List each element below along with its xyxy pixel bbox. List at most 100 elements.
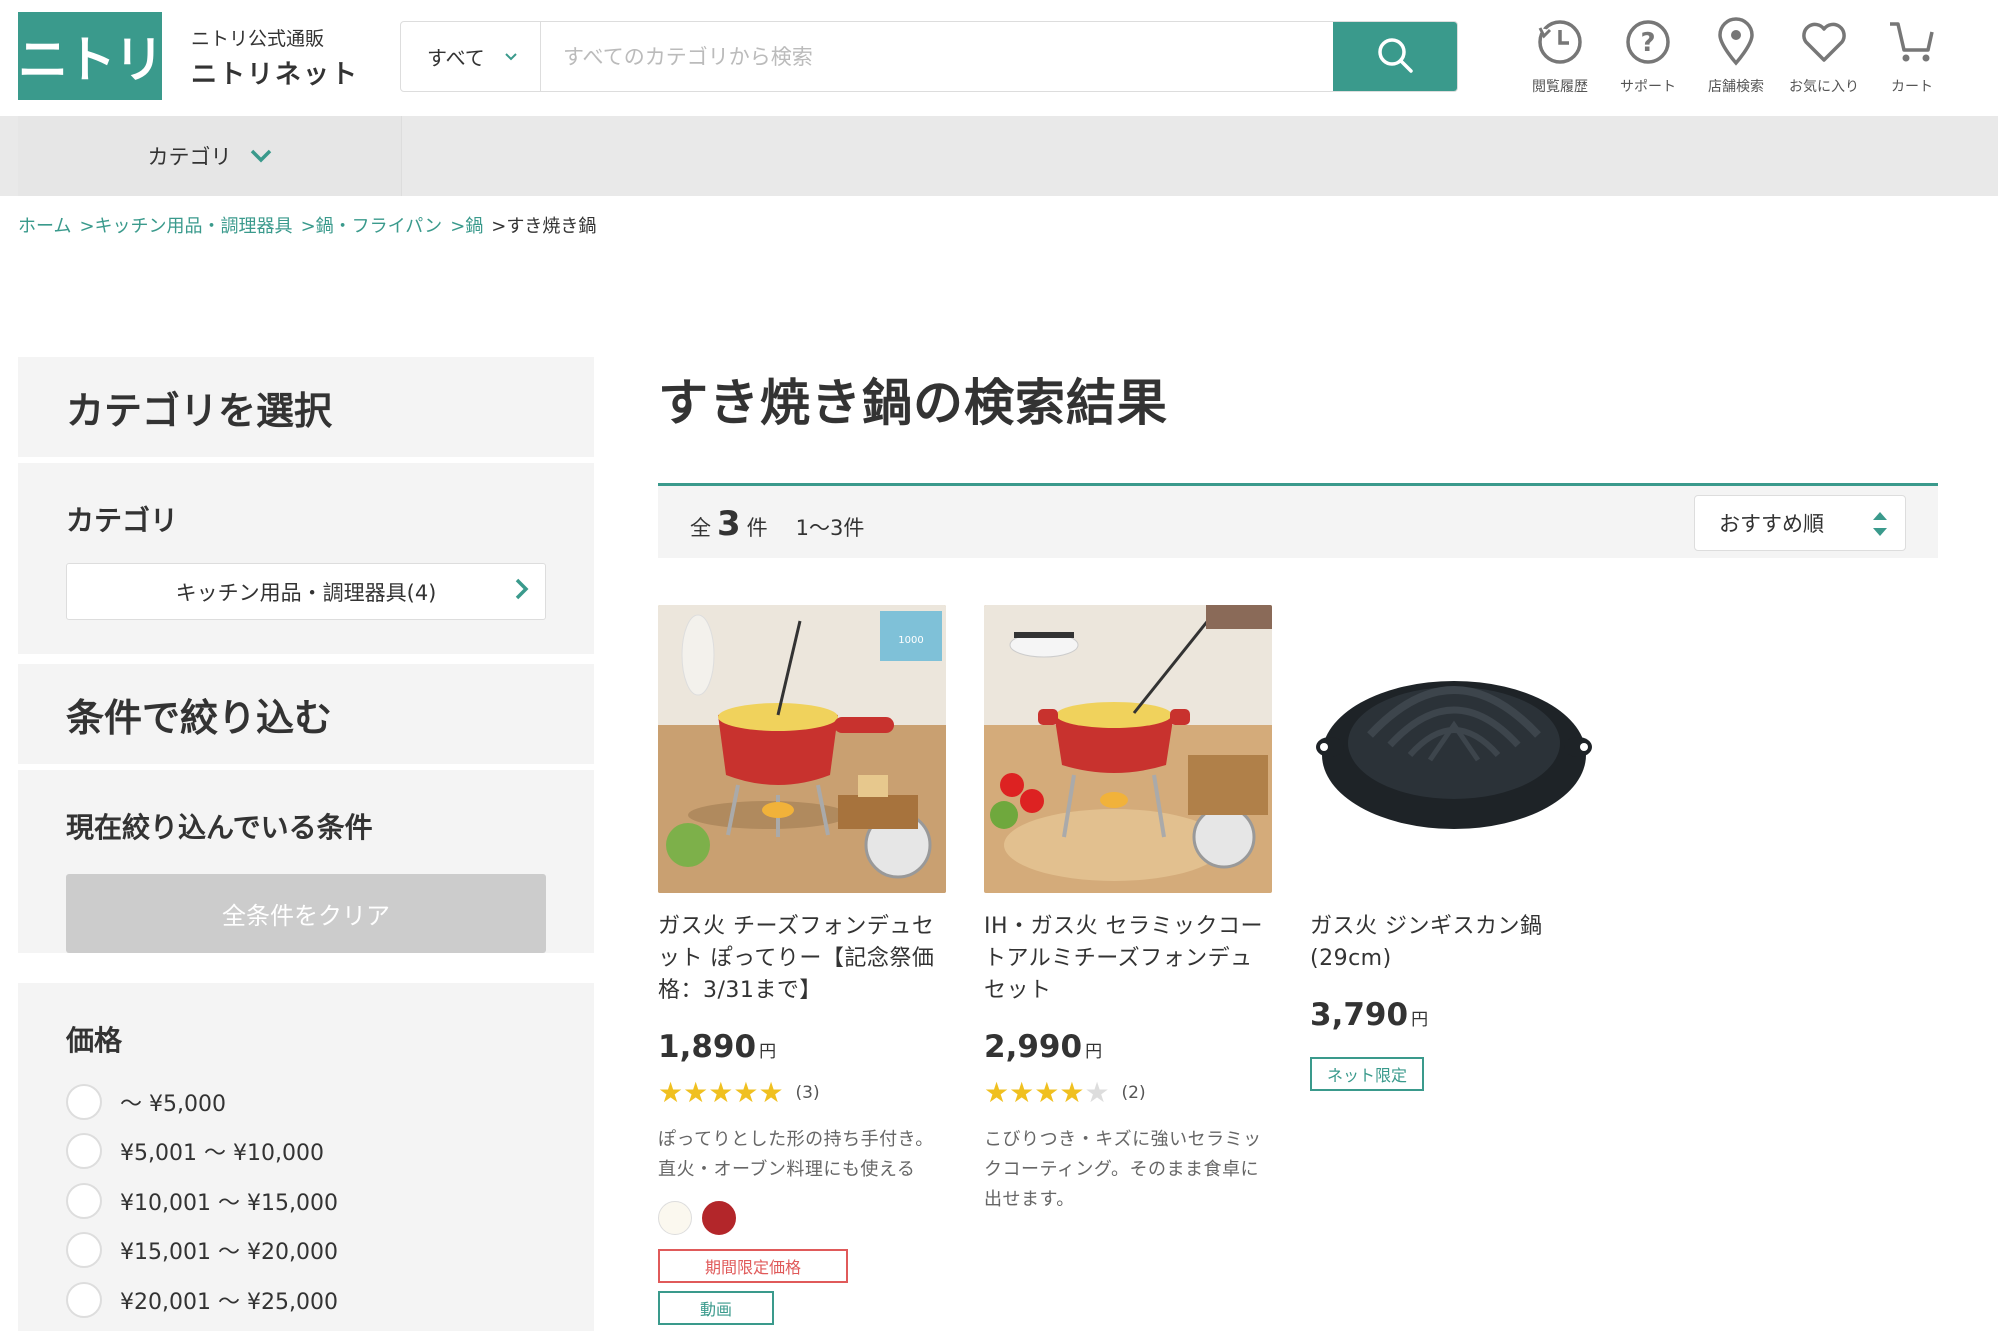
count-number: 3 [717, 504, 741, 544]
price-yen: 円 [1085, 1042, 1103, 1062]
product-price: 1,890 円 [658, 1029, 946, 1065]
category-heading: カテゴリ [66, 504, 179, 537]
category-item-label: キッチン用品・調理器具(4) [175, 580, 437, 605]
radio-button[interactable] [66, 1182, 102, 1219]
search-icon [1375, 35, 1415, 79]
net-only-badge: ネット限定 [1310, 1057, 1424, 1091]
product-name[interactable]: ガス火 チーズフォンデュセット ぽってりー【記念祭価格：3/31まで】 [658, 911, 946, 1007]
star-icon: ★ [658, 1076, 684, 1109]
price-option-label: ¥20,001 〜 ¥25,000 [120, 1289, 338, 1315]
price-option-label: ¥5,001 〜 ¥10,000 [120, 1141, 324, 1167]
star-icon: ★ [758, 1076, 784, 1109]
radio-button[interactable] [66, 1281, 102, 1318]
category-section: カテゴリ キッチン用品・調理器具(4) [18, 463, 594, 654]
star-icon: ★ [1009, 1076, 1035, 1109]
cart-link[interactable]: カート [1868, 14, 1956, 96]
color-swatch-white[interactable] [658, 1201, 692, 1235]
chevron-down-icon [250, 144, 272, 169]
category-select-header: カテゴリを選択 [18, 357, 594, 457]
breadcrumb-current: >すき焼き鍋 [491, 216, 597, 237]
star-icon: ★ [733, 1076, 759, 1109]
search-bar: すべて [400, 21, 1458, 92]
svg-text:1000: 1000 [898, 635, 923, 646]
favorites-link[interactable]: お気に入り [1780, 14, 1868, 96]
search-button[interactable] [1333, 22, 1457, 91]
sort-label: おすすめ順 [1719, 512, 1824, 536]
price-option[interactable]: ¥5,001 〜 ¥10,000 [66, 1127, 546, 1177]
store-search-link[interactable]: 店舗検索 [1692, 14, 1780, 96]
product-image-ceramic-fondue[interactable] [984, 605, 1272, 893]
page-title: すき焼き鍋の検索結果 [658, 374, 1168, 432]
store-search-label: 店舗検索 [1708, 79, 1764, 95]
price-option[interactable]: ¥20,001 〜 ¥25,000 [66, 1275, 546, 1325]
color-swatch-red[interactable] [702, 1201, 736, 1235]
radio-button[interactable] [66, 1133, 102, 1170]
price-option[interactable]: 〜 ¥5,000 [66, 1077, 546, 1127]
price-heading: 価格 [66, 1024, 123, 1057]
breadcrumb-pots-pans[interactable]: >鍋・フライパン [301, 212, 443, 238]
category-item-kitchen[interactable]: キッチン用品・調理器具(4) [66, 563, 546, 620]
price-value: 1,890 [658, 1029, 757, 1065]
search-category-label: すべて [427, 46, 485, 70]
support-link[interactable]: ? サポート [1604, 14, 1692, 96]
history-icon [1534, 14, 1586, 70]
result-count: 全 3 件 1〜3件 [690, 504, 864, 544]
product-rating[interactable]: ★ ★ ★ ★ ★ (2) [984, 1079, 1272, 1107]
current-filter-section: 現在絞り込んでいる条件 全条件をクリア [18, 770, 594, 953]
sidebar: カテゴリを選択 カテゴリ キッチン用品・調理器具(4) 条件で絞り込む 現在絞り… [18, 357, 594, 1337]
clear-all-button[interactable]: 全条件をクリア [66, 874, 546, 953]
product-card[interactable]: 1000 ガス火 チーズフォンデュセット ぽってりー【記念祭価格：3/31まで】… [658, 605, 946, 1325]
category-select-title: カテゴリを選択 [66, 388, 333, 433]
product-image-cheese-fondue-red[interactable]: 1000 [658, 605, 946, 893]
chevron-right-icon [515, 578, 529, 606]
star-icon: ★ [1059, 1076, 1085, 1109]
product-name[interactable]: IH・ガス火 セラミックコートアルミチーズフォンデュセット [984, 911, 1272, 1007]
sort-select[interactable]: おすすめ順 [1694, 495, 1906, 551]
cart-label: カート [1891, 79, 1933, 95]
radio-button[interactable] [66, 1083, 102, 1120]
star-icon: ★ [984, 1076, 1010, 1109]
star-icon: ★ [708, 1076, 734, 1109]
product-card[interactable]: ガス火 ジンギスカン鍋 (29cm) 3,790 円 ネット限定 [1310, 605, 1598, 1325]
product-rating[interactable]: ★ ★ ★ ★ ★ (3) [658, 1079, 946, 1107]
favorites-label: お気に入り [1789, 79, 1859, 95]
history-link[interactable]: 閲覧履歴 [1516, 14, 1604, 96]
svg-text:?: ? [1640, 28, 1655, 58]
result-count-bar: 全 3 件 1〜3件 おすすめ順 [658, 483, 1938, 558]
product-grid: 1000 ガス火 チーズフォンデュセット ぽってりー【記念祭価格：3/31まで】… [658, 605, 1598, 1325]
filter-title: 条件で絞り込む [66, 695, 333, 740]
limited-price-badge: 期間限定価格 [658, 1249, 848, 1283]
price-value: 2,990 [984, 1029, 1083, 1065]
product-image-jingisukan-pan[interactable] [1310, 605, 1598, 893]
product-description: こびりつき・キズに強いセラミックコーティング。そのまま食卓に出せます。 [984, 1129, 1262, 1210]
price-option[interactable]: ¥15,001 〜 ¥20,000 [66, 1226, 546, 1276]
breadcrumb-pots[interactable]: >鍋 [450, 212, 483, 238]
help-icon: ? [1622, 14, 1674, 70]
price-value: 3,790 [1310, 997, 1409, 1033]
category-menu-button[interactable]: カテゴリ [18, 116, 402, 196]
product-description: ぽってりとした形の持ち手付き。直火・オーブン料理にも使える [658, 1129, 934, 1180]
header-icon-nav: 閲覧履歴 ? サポート 店舗検索 お気に入り カート [1516, 14, 1956, 96]
breadcrumb-kitchen[interactable]: >キッチン用品・調理器具 [79, 212, 292, 238]
product-price: 2,990 円 [984, 1029, 1272, 1065]
product-card[interactable]: IH・ガス火 セラミックコートアルミチーズフォンデュセット 2,990 円 ★ ★… [984, 605, 1272, 1325]
breadcrumb: ホーム >キッチン用品・調理器具 >鍋・フライパン >鍋 >すき焼き鍋 [18, 212, 596, 238]
product-name[interactable]: ガス火 ジンギスカン鍋 (29cm) [1310, 911, 1598, 975]
count-range: 1〜3件 [795, 516, 865, 540]
video-badge: 動画 [658, 1291, 774, 1325]
price-option-label: 〜 ¥5,000 [120, 1091, 226, 1117]
nitori-logo[interactable]: ニトリ [18, 12, 164, 100]
price-option[interactable]: ¥10,001 〜 ¥15,000 [66, 1176, 546, 1226]
search-category-select[interactable]: すべて [401, 22, 541, 91]
current-filter-heading: 現在絞り込んでいる条件 [66, 811, 373, 844]
breadcrumb-home[interactable]: ホーム [18, 212, 71, 238]
category-menu-label: カテゴリ [147, 145, 232, 169]
category-bar: カテゴリ [0, 116, 1998, 196]
search-input[interactable] [541, 22, 1333, 91]
count-suffix: 件 [746, 516, 768, 540]
product-price: 3,790 円 [1310, 997, 1598, 1033]
heart-icon [1798, 14, 1850, 70]
radio-button[interactable] [66, 1232, 102, 1269]
history-label: 閲覧履歴 [1532, 79, 1588, 95]
brand-name[interactable]: ニトリネット [191, 54, 359, 91]
